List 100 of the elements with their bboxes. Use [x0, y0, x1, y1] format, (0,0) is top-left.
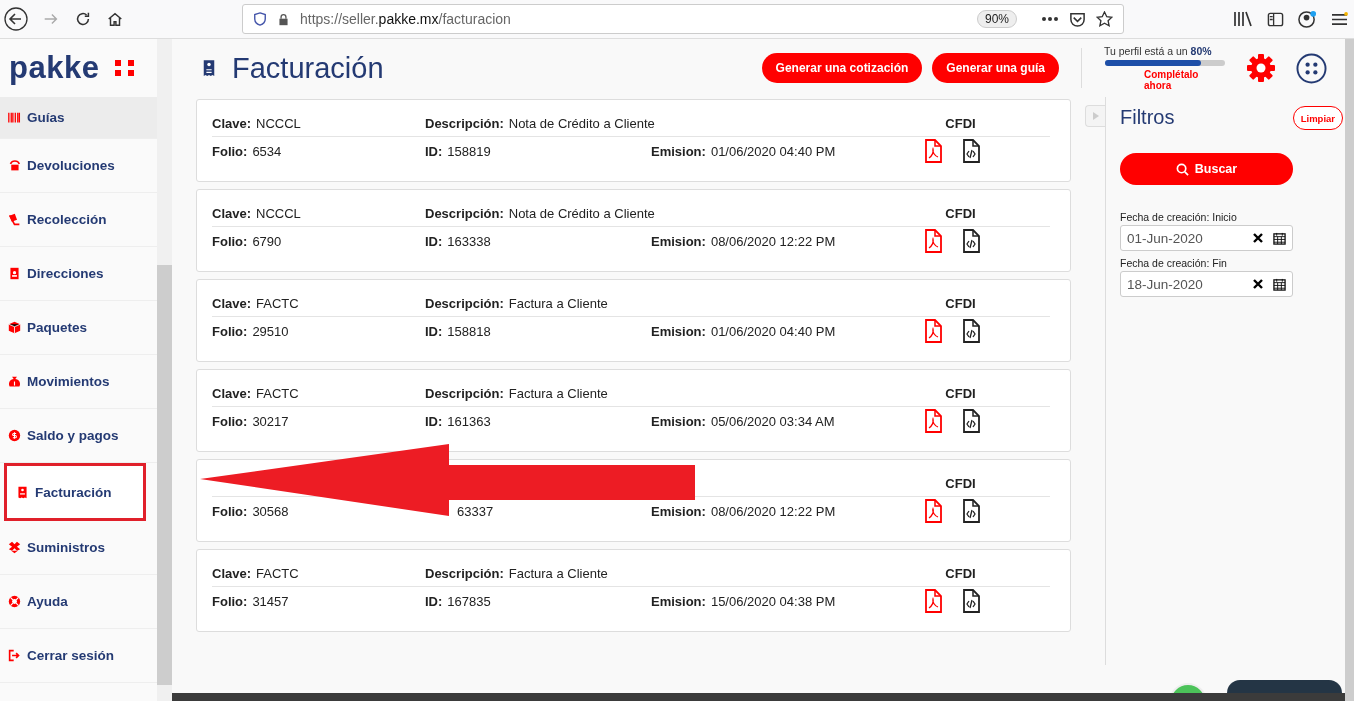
address-field[interactable]: https://seller.pakke.mx/facturacion 90%: [242, 4, 1124, 34]
field-value: Factura a Cliente: [508, 295, 608, 311]
field-value: 63337: [457, 503, 494, 519]
header-button[interactable]: Generar una guía: [932, 53, 1059, 83]
calendar-icon[interactable]: [1273, 231, 1286, 245]
field-value: 30568: [252, 503, 289, 519]
field-value: FACTC: [256, 385, 299, 401]
reload-icon[interactable]: [74, 10, 92, 28]
field-label: Folio:: [212, 413, 248, 429]
field-value: 08/06/2020 12:22 PM: [710, 503, 836, 519]
field-value: 161363: [447, 413, 491, 429]
field-label: Folio:: [212, 593, 248, 609]
field-label: Fecha de creación: Fin: [1120, 257, 1228, 269]
star-icon[interactable]: [1096, 10, 1113, 28]
lock-icon: [277, 12, 290, 26]
sidebar-item[interactable]: Facturación: [4, 463, 146, 521]
pdf-file-icon[interactable]: [924, 139, 942, 163]
field-value: Factura a Cliente: [508, 565, 608, 581]
field-value: 01/06/2020 04:40 PM: [710, 323, 836, 339]
apps-icon[interactable]: [1296, 52, 1327, 84]
scrollbar-thumb[interactable]: [157, 265, 172, 685]
field-label: Emision:: [651, 233, 706, 249]
panel-title: Filtros: [1120, 105, 1175, 129]
code-file-icon[interactable]: [962, 409, 980, 433]
address-book-icon: [8, 267, 21, 280]
field-label: ID:: [425, 413, 443, 429]
column-heading: CFDI: [945, 565, 976, 581]
money-bag-icon: [8, 375, 21, 388]
field-label: Clave:: [212, 385, 252, 401]
search-button[interactable]: Buscar: [1120, 153, 1293, 185]
header-button[interactable]: Generar una cotización: [761, 53, 923, 83]
search-icon: [1175, 162, 1189, 176]
field-label: ID:: [425, 323, 443, 339]
column-heading: CFDI: [945, 475, 976, 491]
open-box-icon: [8, 541, 21, 554]
field-value: 05/06/2020 03:34 AM: [710, 413, 835, 429]
pdf-file-icon[interactable]: [924, 229, 942, 253]
date-field[interactable]: 01-Jun-2020: [1120, 225, 1293, 251]
field-value: 158818: [447, 323, 491, 339]
zoom-badge[interactable]: 90%: [976, 10, 1017, 28]
gear-icon[interactable]: [1246, 53, 1276, 83]
column-heading: CFDI: [945, 115, 976, 131]
code-file-icon[interactable]: [962, 139, 980, 163]
date-field[interactable]: 18-Jun-2020: [1120, 271, 1293, 297]
field-label: Folio:: [212, 323, 248, 339]
menu-icon[interactable]: [1331, 11, 1348, 27]
field-value: 01/06/2020 04:40 PM: [710, 143, 836, 159]
url-text: https://seller.pakke.mx/facturacion: [300, 11, 512, 27]
complete-profile-link[interactable]: Complétalo ahora: [1144, 69, 1226, 91]
field-label: ID:: [425, 143, 443, 159]
dollar-coin-icon: [8, 429, 21, 442]
field-label: Descripción:: [425, 295, 504, 311]
field-label: Descripción:: [425, 115, 504, 131]
chat-button[interactable]: [1227, 680, 1342, 693]
pdf-file-icon[interactable]: [924, 409, 942, 433]
pocket-icon[interactable]: [1069, 10, 1086, 28]
field-label: Clave:: [212, 115, 252, 131]
field-label: Descripción:: [425, 205, 504, 221]
back-icon[interactable]: [4, 7, 28, 31]
field-value: 29510: [252, 323, 289, 339]
sidebar-icon[interactable]: [1267, 10, 1284, 28]
page-title: Facturación: [232, 51, 384, 85]
field-value: 6534: [252, 143, 282, 159]
field-value: 6790: [252, 233, 282, 249]
lifebuoy-icon: [8, 595, 21, 608]
field-value: Factura a Cliente: [508, 385, 608, 401]
field-label: Descripción:: [425, 565, 504, 581]
clear-icon[interactable]: [1253, 233, 1263, 243]
logo: pakke: [9, 50, 100, 86]
field-value: FACTC: [256, 295, 299, 311]
field-value: Nota de Crédito a Cliente: [508, 205, 655, 221]
shield-icon: [253, 12, 267, 26]
profile-progress-text: Tu perfil está a un 80%: [1104, 45, 1212, 57]
clear-button[interactable]: Limpiar: [1292, 106, 1343, 130]
calendar-icon[interactable]: [1273, 277, 1286, 291]
sidebar-item[interactable]: Guías: [0, 97, 157, 139]
field-label: Folio:: [212, 503, 248, 519]
pdf-file-icon[interactable]: [924, 589, 942, 613]
library-icon[interactable]: [1233, 10, 1253, 28]
dots-icon: [115, 60, 136, 76]
receipt-icon: [16, 485, 29, 499]
code-file-icon[interactable]: [962, 589, 980, 613]
barcode-icon: [8, 111, 21, 124]
more-icon[interactable]: [1041, 16, 1059, 22]
field-label: ID:: [425, 233, 443, 249]
receipt-icon: [202, 59, 216, 77]
code-file-icon[interactable]: [962, 319, 980, 343]
column-heading: CFDI: [945, 295, 976, 311]
clear-icon[interactable]: [1253, 279, 1263, 289]
field-label: Emision:: [651, 143, 706, 159]
account-icon[interactable]: [1298, 9, 1317, 29]
code-file-icon[interactable]: [962, 229, 980, 253]
field-value: FACTC: [256, 565, 299, 581]
pdf-file-icon[interactable]: [924, 499, 942, 523]
field-label: Emision:: [651, 593, 706, 609]
code-file-icon[interactable]: [962, 499, 980, 523]
home-icon[interactable]: [106, 10, 124, 28]
pdf-file-icon[interactable]: [924, 319, 942, 343]
field-value: 30217: [252, 413, 289, 429]
field-value: NCCCL: [256, 115, 301, 131]
